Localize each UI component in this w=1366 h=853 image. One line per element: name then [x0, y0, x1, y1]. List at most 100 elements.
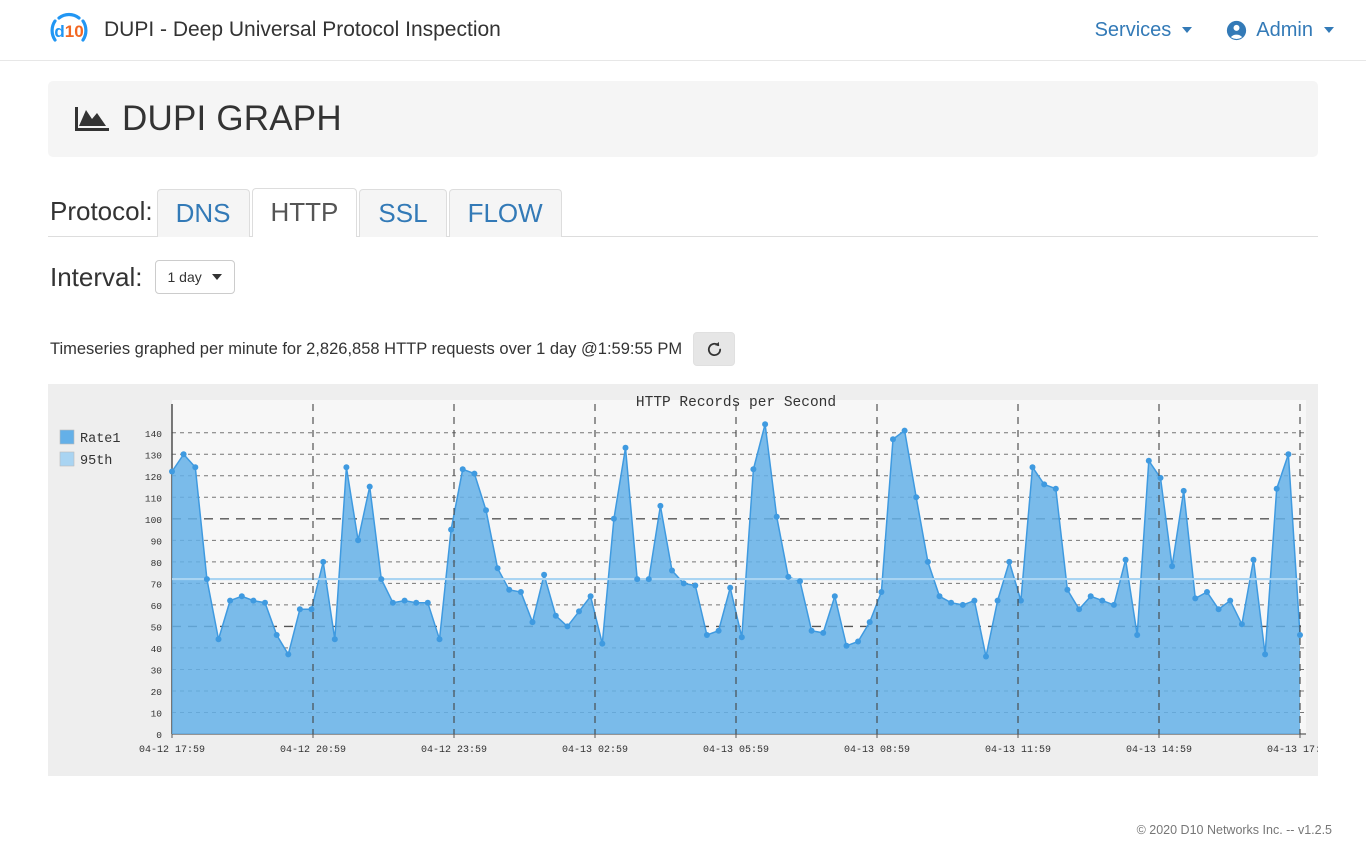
- d10-logo-icon: d10: [50, 12, 88, 42]
- data-point: [320, 558, 327, 565]
- data-point: [552, 612, 559, 619]
- data-point: [308, 606, 315, 613]
- data-point: [843, 642, 850, 649]
- area-chart-icon: [75, 107, 109, 131]
- tab-ssl[interactable]: SSL: [359, 188, 447, 237]
- main-container: DUPI GRAPH Protocol: DNS HTTP SSL FLOW I…: [48, 61, 1318, 776]
- data-point: [645, 576, 652, 583]
- legend-label-95th: 95th: [80, 454, 112, 469]
- tab-flow[interactable]: FLOW: [448, 188, 562, 237]
- user-circle-icon: [1227, 20, 1247, 40]
- data-point: [203, 576, 210, 583]
- data-point: [1169, 563, 1176, 570]
- data-point: [715, 627, 722, 634]
- y-axis-tick: 90: [151, 536, 163, 547]
- x-axis-tick: 04-13 05:59: [703, 745, 769, 756]
- data-point: [1041, 481, 1048, 488]
- data-point: [366, 483, 373, 490]
- data-point: [1076, 606, 1083, 613]
- data-point: [483, 507, 489, 514]
- brand[interactable]: d10 DUPI - Deep Universal Protocol Inspe…: [48, 10, 501, 50]
- data-point: [1192, 595, 1199, 602]
- data-point: [471, 470, 478, 477]
- http-records-chart[interactable]: HTTP Records per SecondRate195th01020304…: [48, 384, 1318, 776]
- data-point: [1017, 597, 1024, 604]
- data-point: [355, 537, 362, 544]
- data-point: [890, 436, 896, 443]
- legend-label-rate1: Rate1: [80, 432, 121, 447]
- interval-row: Interval: 1 day: [48, 257, 1318, 297]
- data-point: [994, 597, 1001, 604]
- data-point: [1262, 651, 1269, 658]
- data-point: [180, 451, 187, 458]
- y-axis-tick: 140: [145, 429, 162, 440]
- legend-swatch-rate1: [59, 429, 75, 445]
- page-title: DUPI GRAPH: [122, 99, 342, 138]
- data-point: [1145, 457, 1152, 464]
- data-point: [238, 593, 245, 600]
- interval-dropdown[interactable]: 1 day: [154, 260, 235, 294]
- interval-label: Interval:: [50, 261, 143, 292]
- data-point: [855, 638, 862, 645]
- data-point: [657, 502, 664, 509]
- data-point: [692, 582, 699, 589]
- data-point: [1238, 621, 1245, 628]
- x-axis-tick: 04-13 14:59: [1126, 745, 1192, 756]
- data-point: [680, 580, 687, 587]
- data-point: [750, 466, 757, 473]
- data-point: [762, 421, 769, 428]
- data-point: [1157, 474, 1164, 481]
- y-axis-tick: 0: [156, 730, 162, 741]
- y-axis-tick: 60: [151, 601, 163, 612]
- data-point: [599, 640, 606, 647]
- data-point: [389, 599, 396, 606]
- tab-http[interactable]: HTTP: [251, 187, 358, 237]
- data-point: [610, 515, 617, 522]
- data-point: [285, 651, 292, 658]
- data-point: [424, 599, 431, 606]
- tab-dns[interactable]: DNS: [156, 188, 250, 237]
- data-point: [1250, 556, 1257, 563]
- data-point: [378, 576, 385, 583]
- x-axis-tick: 04-13 08:59: [844, 745, 910, 756]
- y-axis-tick: 30: [151, 665, 163, 676]
- navbar-right: Services Admin: [1095, 19, 1334, 42]
- services-menu[interactable]: Services: [1095, 19, 1193, 42]
- y-axis-tick: 10: [151, 708, 163, 719]
- data-point: [459, 466, 466, 473]
- admin-menu[interactable]: Admin: [1226, 19, 1334, 42]
- chart-panel: HTTP Records per Second Rate1 95th 0 10 20 30 4…: [48, 384, 1318, 776]
- services-label: Services: [1094, 18, 1172, 41]
- data-point: [1006, 558, 1013, 565]
- data-point: [1052, 485, 1059, 492]
- y-axis-tick: 50: [151, 622, 163, 633]
- data-point: [331, 636, 338, 643]
- y-axis-tick: 100: [145, 515, 162, 526]
- data-point: [669, 567, 675, 574]
- data-point: [517, 589, 524, 595]
- x-axis-tick: 04-13 02:59: [562, 745, 628, 756]
- y-axis-tick: 120: [145, 472, 162, 483]
- x-axis-tick: 04-13 17:59: [1267, 745, 1318, 756]
- interval-value: 1 day: [167, 269, 202, 285]
- y-axis-tick: 80: [151, 558, 163, 569]
- x-axis-tick: 04-13 11:59: [985, 745, 1051, 756]
- data-point: [1285, 451, 1292, 458]
- x-axis-tick: 04-12 17:59: [139, 745, 205, 756]
- refresh-button[interactable]: [693, 332, 736, 366]
- data-point: [1215, 606, 1222, 613]
- data-point: [169, 468, 175, 475]
- data-point: [541, 571, 548, 578]
- data-point: [959, 601, 966, 608]
- data-point: [727, 584, 734, 591]
- data-point: [1064, 586, 1071, 593]
- data-point: [924, 558, 931, 565]
- admin-label: Admin: [1256, 18, 1313, 41]
- page-header: DUPI GRAPH: [48, 81, 1318, 157]
- y-axis-tick: 110: [145, 493, 162, 504]
- data-point: [808, 627, 815, 634]
- data-point: [401, 597, 408, 604]
- data-point: [634, 576, 641, 583]
- data-point: [703, 632, 710, 638]
- top-navbar: d10 DUPI - Deep Universal Protocol Inspe…: [0, 0, 1366, 61]
